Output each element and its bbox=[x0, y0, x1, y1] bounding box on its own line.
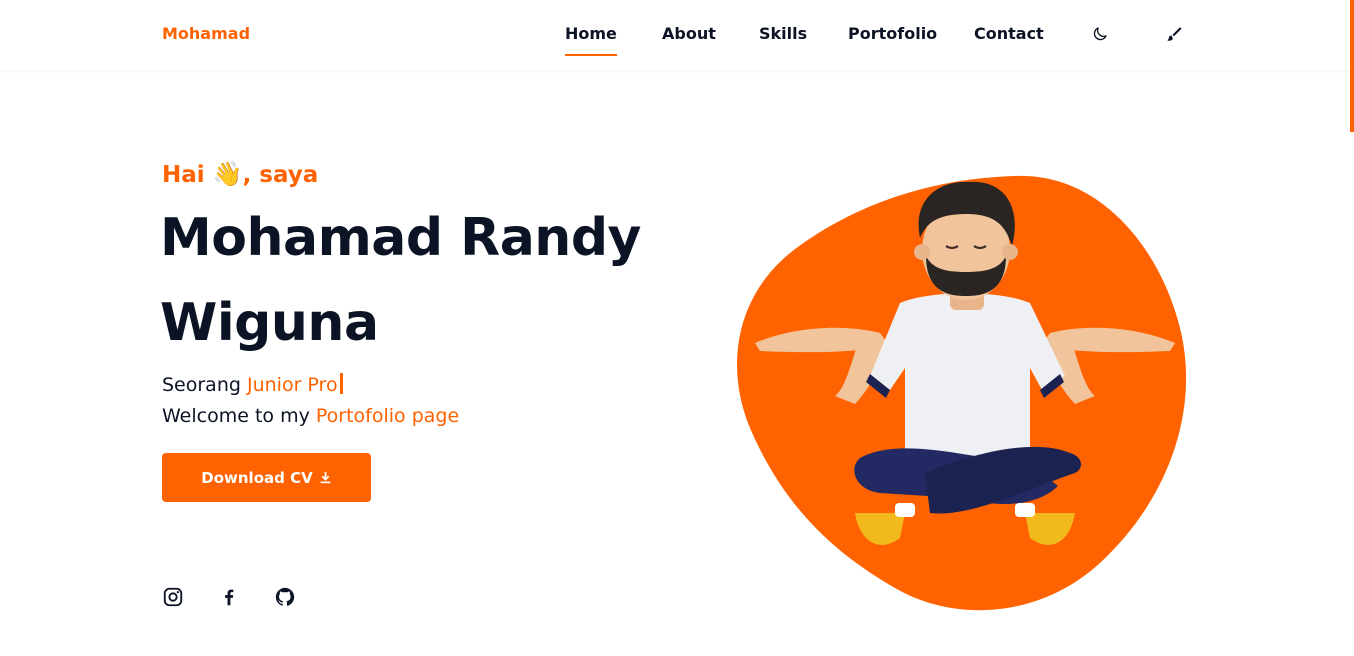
github-icon[interactable] bbox=[274, 586, 296, 608]
brand-logo[interactable]: Mohamad bbox=[162, 24, 250, 43]
nav-contact[interactable]: Contact bbox=[974, 24, 1044, 43]
greeting-prefix: Hai bbox=[162, 162, 205, 188]
hero-subtitle: Seorang Junior Pro Welcome to my Portofo… bbox=[162, 370, 459, 432]
navbar: Mohamad Home About Skills Portofolio Con… bbox=[0, 0, 1354, 70]
name-line-1: Mohamad Randy bbox=[160, 208, 641, 268]
facebook-icon[interactable] bbox=[218, 586, 240, 608]
nav-portofolio[interactable]: Portofolio bbox=[848, 24, 937, 43]
moon-icon[interactable] bbox=[1091, 25, 1109, 43]
role-prefix: Seorang bbox=[162, 374, 241, 396]
nav-home[interactable]: Home bbox=[565, 24, 617, 56]
role-line: Seorang Junior Pro bbox=[162, 370, 459, 401]
greeting: Hai 👋, saya bbox=[162, 160, 318, 188]
nav-about[interactable]: About bbox=[662, 24, 716, 43]
welcome-accent: Portofolio page bbox=[315, 405, 460, 427]
welcome-line: Welcome to my Portofolio page bbox=[162, 401, 459, 432]
name-line-2: Wiguna bbox=[160, 293, 379, 353]
greeting-suffix: , saya bbox=[242, 162, 319, 188]
typing-cursor bbox=[339, 373, 343, 394]
typed-role: Junior Pro bbox=[246, 374, 338, 396]
waving-hand-icon: 👋 bbox=[212, 160, 243, 188]
instagram-icon[interactable] bbox=[162, 586, 184, 608]
brush-icon[interactable] bbox=[1165, 25, 1183, 43]
hero-illustration bbox=[737, 175, 1187, 611]
download-cv-button[interactable]: Download CV bbox=[162, 453, 371, 502]
hero-name: Mohamad Randy Wiguna bbox=[160, 196, 720, 366]
scrollbar-thumb[interactable] bbox=[1350, 0, 1354, 132]
welcome-prefix: Welcome to my bbox=[162, 405, 310, 427]
download-icon bbox=[320, 471, 331, 484]
nav-skills[interactable]: Skills bbox=[759, 24, 807, 43]
download-cv-label: Download CV bbox=[201, 468, 313, 487]
